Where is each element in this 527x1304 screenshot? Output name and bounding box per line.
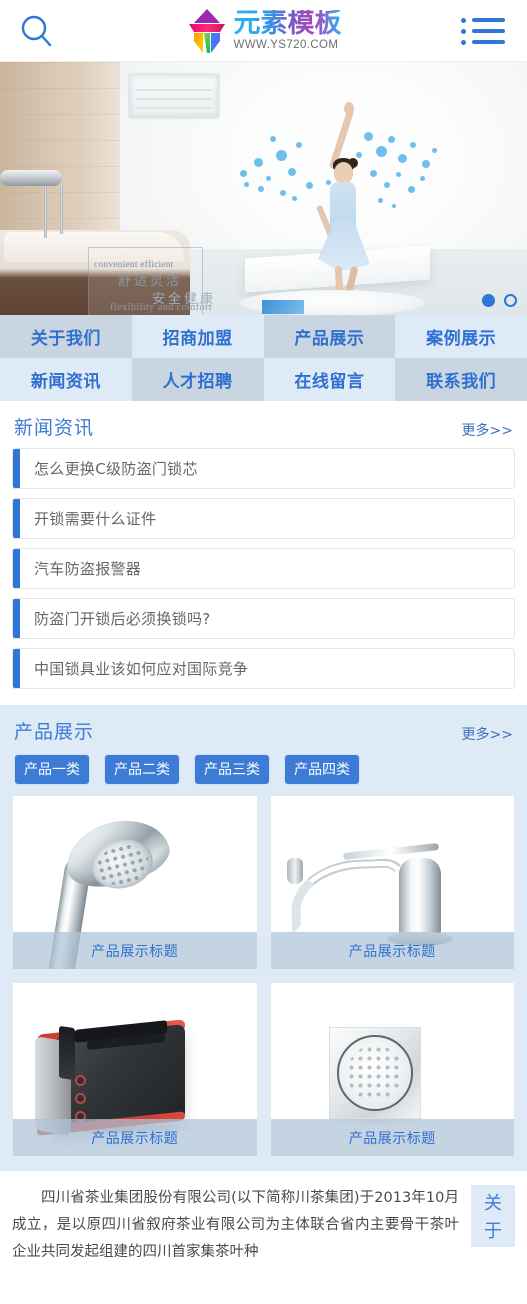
mobile-page: 元素模板 WWW.YS720.COM convenient efficient … <box>0 0 527 1304</box>
news-item-title: 汽车防盗报警器 <box>34 560 142 578</box>
banner-mat-logo <box>262 300 304 314</box>
product-card-caption: 产品展示标题 <box>13 1119 257 1156</box>
nav-item-products[interactable]: 产品展示 <box>263 315 396 358</box>
news-list: 怎么更换C级防盗门锁芯 开锁需要什么证件 汽车防盗报警器 防盗门开锁后必须换锁吗… <box>12 448 515 689</box>
product-card[interactable]: 产品展示标题 <box>269 795 515 970</box>
news-item-accent-bar <box>13 649 20 688</box>
logo-mark-icon <box>186 8 228 54</box>
product-card-caption: 产品展示标题 <box>13 932 257 969</box>
banner-faucet <box>26 182 86 248</box>
banner-text-en-top: convenient efficient <box>94 260 174 270</box>
product-card[interactable]: 产品展示标题 <box>12 982 258 1157</box>
news-section: 新闻资讯 更多>> 怎么更换C级防盗门锁芯 开锁需要什么证件 汽车防盗报警器 防… <box>0 401 527 705</box>
main-nav-grid: 关于我们 招商加盟 产品展示 案例展示 新闻资讯 人才招聘 在线留言 联系我们 <box>0 315 527 401</box>
news-list-item[interactable]: 防盗门开锁后必须换锁吗? <box>12 598 515 639</box>
banner-text-cn-top: 舒适灵活 <box>118 274 183 289</box>
nav-item-message[interactable]: 在线留言 <box>263 358 396 401</box>
product-tab-1[interactable]: 产品一类 <box>14 754 90 785</box>
product-grid: 产品展示标题 产品展示标题 产品展示标题 产品展示标题 <box>12 795 515 1157</box>
products-more-link[interactable]: 更多>> <box>462 724 513 744</box>
nav-item-news[interactable]: 新闻资讯 <box>0 358 132 401</box>
products-section-header: 产品展示 更多>> <box>12 715 515 752</box>
menu-button[interactable] <box>455 0 511 62</box>
product-tab-4[interactable]: 产品四类 <box>284 754 360 785</box>
logo-url: WWW.YS720.COM <box>233 39 339 52</box>
nav-item-cases[interactable]: 案例展示 <box>395 315 527 358</box>
news-list-item[interactable]: 中国锁具业该如何应对国际竞争 <box>12 648 515 689</box>
news-item-accent-bar <box>13 549 20 588</box>
about-side-tab[interactable]: 关 于 <box>471 1185 515 1247</box>
hero-banner[interactable]: convenient efficient 舒适灵活 安全健康 flexibili… <box>0 62 527 315</box>
product-card[interactable]: 产品展示标题 <box>269 982 515 1157</box>
products-section-title: 产品展示 <box>14 721 95 743</box>
product-tab-3[interactable]: 产品三类 <box>194 754 270 785</box>
banner-pagination[interactable] <box>482 294 517 307</box>
banner-vent <box>128 73 220 119</box>
news-item-title: 怎么更换C级防盗门锁芯 <box>34 460 198 478</box>
site-header: 元素模板 WWW.YS720.COM <box>0 0 527 62</box>
news-section-title: 新闻资讯 <box>14 417 95 439</box>
news-item-title: 开锁需要什么证件 <box>34 510 157 528</box>
about-section: 四川省茶业集团股份有限公司(以下简称川茶集团)于2013年10月成立，是以原四川… <box>0 1171 527 1257</box>
nav-item-about[interactable]: 关于我们 <box>0 315 132 358</box>
news-item-title: 防盗门开锁后必须换锁吗? <box>34 610 211 628</box>
nav-item-join[interactable]: 招商加盟 <box>131 315 264 358</box>
banner-dot-2[interactable] <box>504 294 517 307</box>
about-tab-char-1: 关 <box>484 1193 502 1214</box>
nav-item-jobs[interactable]: 人才招聘 <box>131 358 264 401</box>
news-list-item[interactable]: 怎么更换C级防盗门锁芯 <box>12 448 515 489</box>
news-item-accent-bar <box>13 499 20 538</box>
about-paragraph: 四川省茶业集团股份有限公司(以下简称川茶集团)于2013年10月成立，是以原四川… <box>12 1190 459 1257</box>
news-more-link[interactable]: 更多>> <box>462 420 513 440</box>
logo-text-cn: 元素模板 <box>233 7 342 39</box>
product-category-tabs: 产品一类 产品二类 产品三类 产品四类 <box>12 752 515 795</box>
product-card-caption: 产品展示标题 <box>270 1119 514 1156</box>
site-logo[interactable]: 元素模板 WWW.YS720.COM <box>0 8 527 54</box>
news-list-item[interactable]: 开锁需要什么证件 <box>12 498 515 539</box>
nav-item-contact[interactable]: 联系我们 <box>395 358 527 401</box>
banner-dancer <box>310 102 380 315</box>
news-section-header: 新闻资讯 更多>> <box>12 411 515 448</box>
news-item-title: 中国锁具业该如何应对国际竞争 <box>34 660 249 678</box>
news-list-item[interactable]: 汽车防盗报警器 <box>12 548 515 589</box>
list-menu-icon <box>461 17 505 45</box>
product-card[interactable]: 产品展示标题 <box>12 795 258 970</box>
banner-text-en-bottom: flexibility and comfort <box>110 302 212 313</box>
banner-faucet-head <box>0 170 62 186</box>
products-section: 产品展示 更多>> 产品一类 产品二类 产品三类 产品四类 产品展示标题 产品展 <box>0 705 527 1171</box>
news-item-accent-bar <box>13 599 20 638</box>
product-tab-2[interactable]: 产品二类 <box>104 754 180 785</box>
news-item-accent-bar <box>13 449 20 488</box>
banner-dot-1[interactable] <box>482 294 495 307</box>
search-icon <box>21 15 52 46</box>
search-button[interactable] <box>0 0 72 62</box>
product-card-caption: 产品展示标题 <box>270 932 514 969</box>
about-tab-char-2: 于 <box>484 1221 502 1242</box>
